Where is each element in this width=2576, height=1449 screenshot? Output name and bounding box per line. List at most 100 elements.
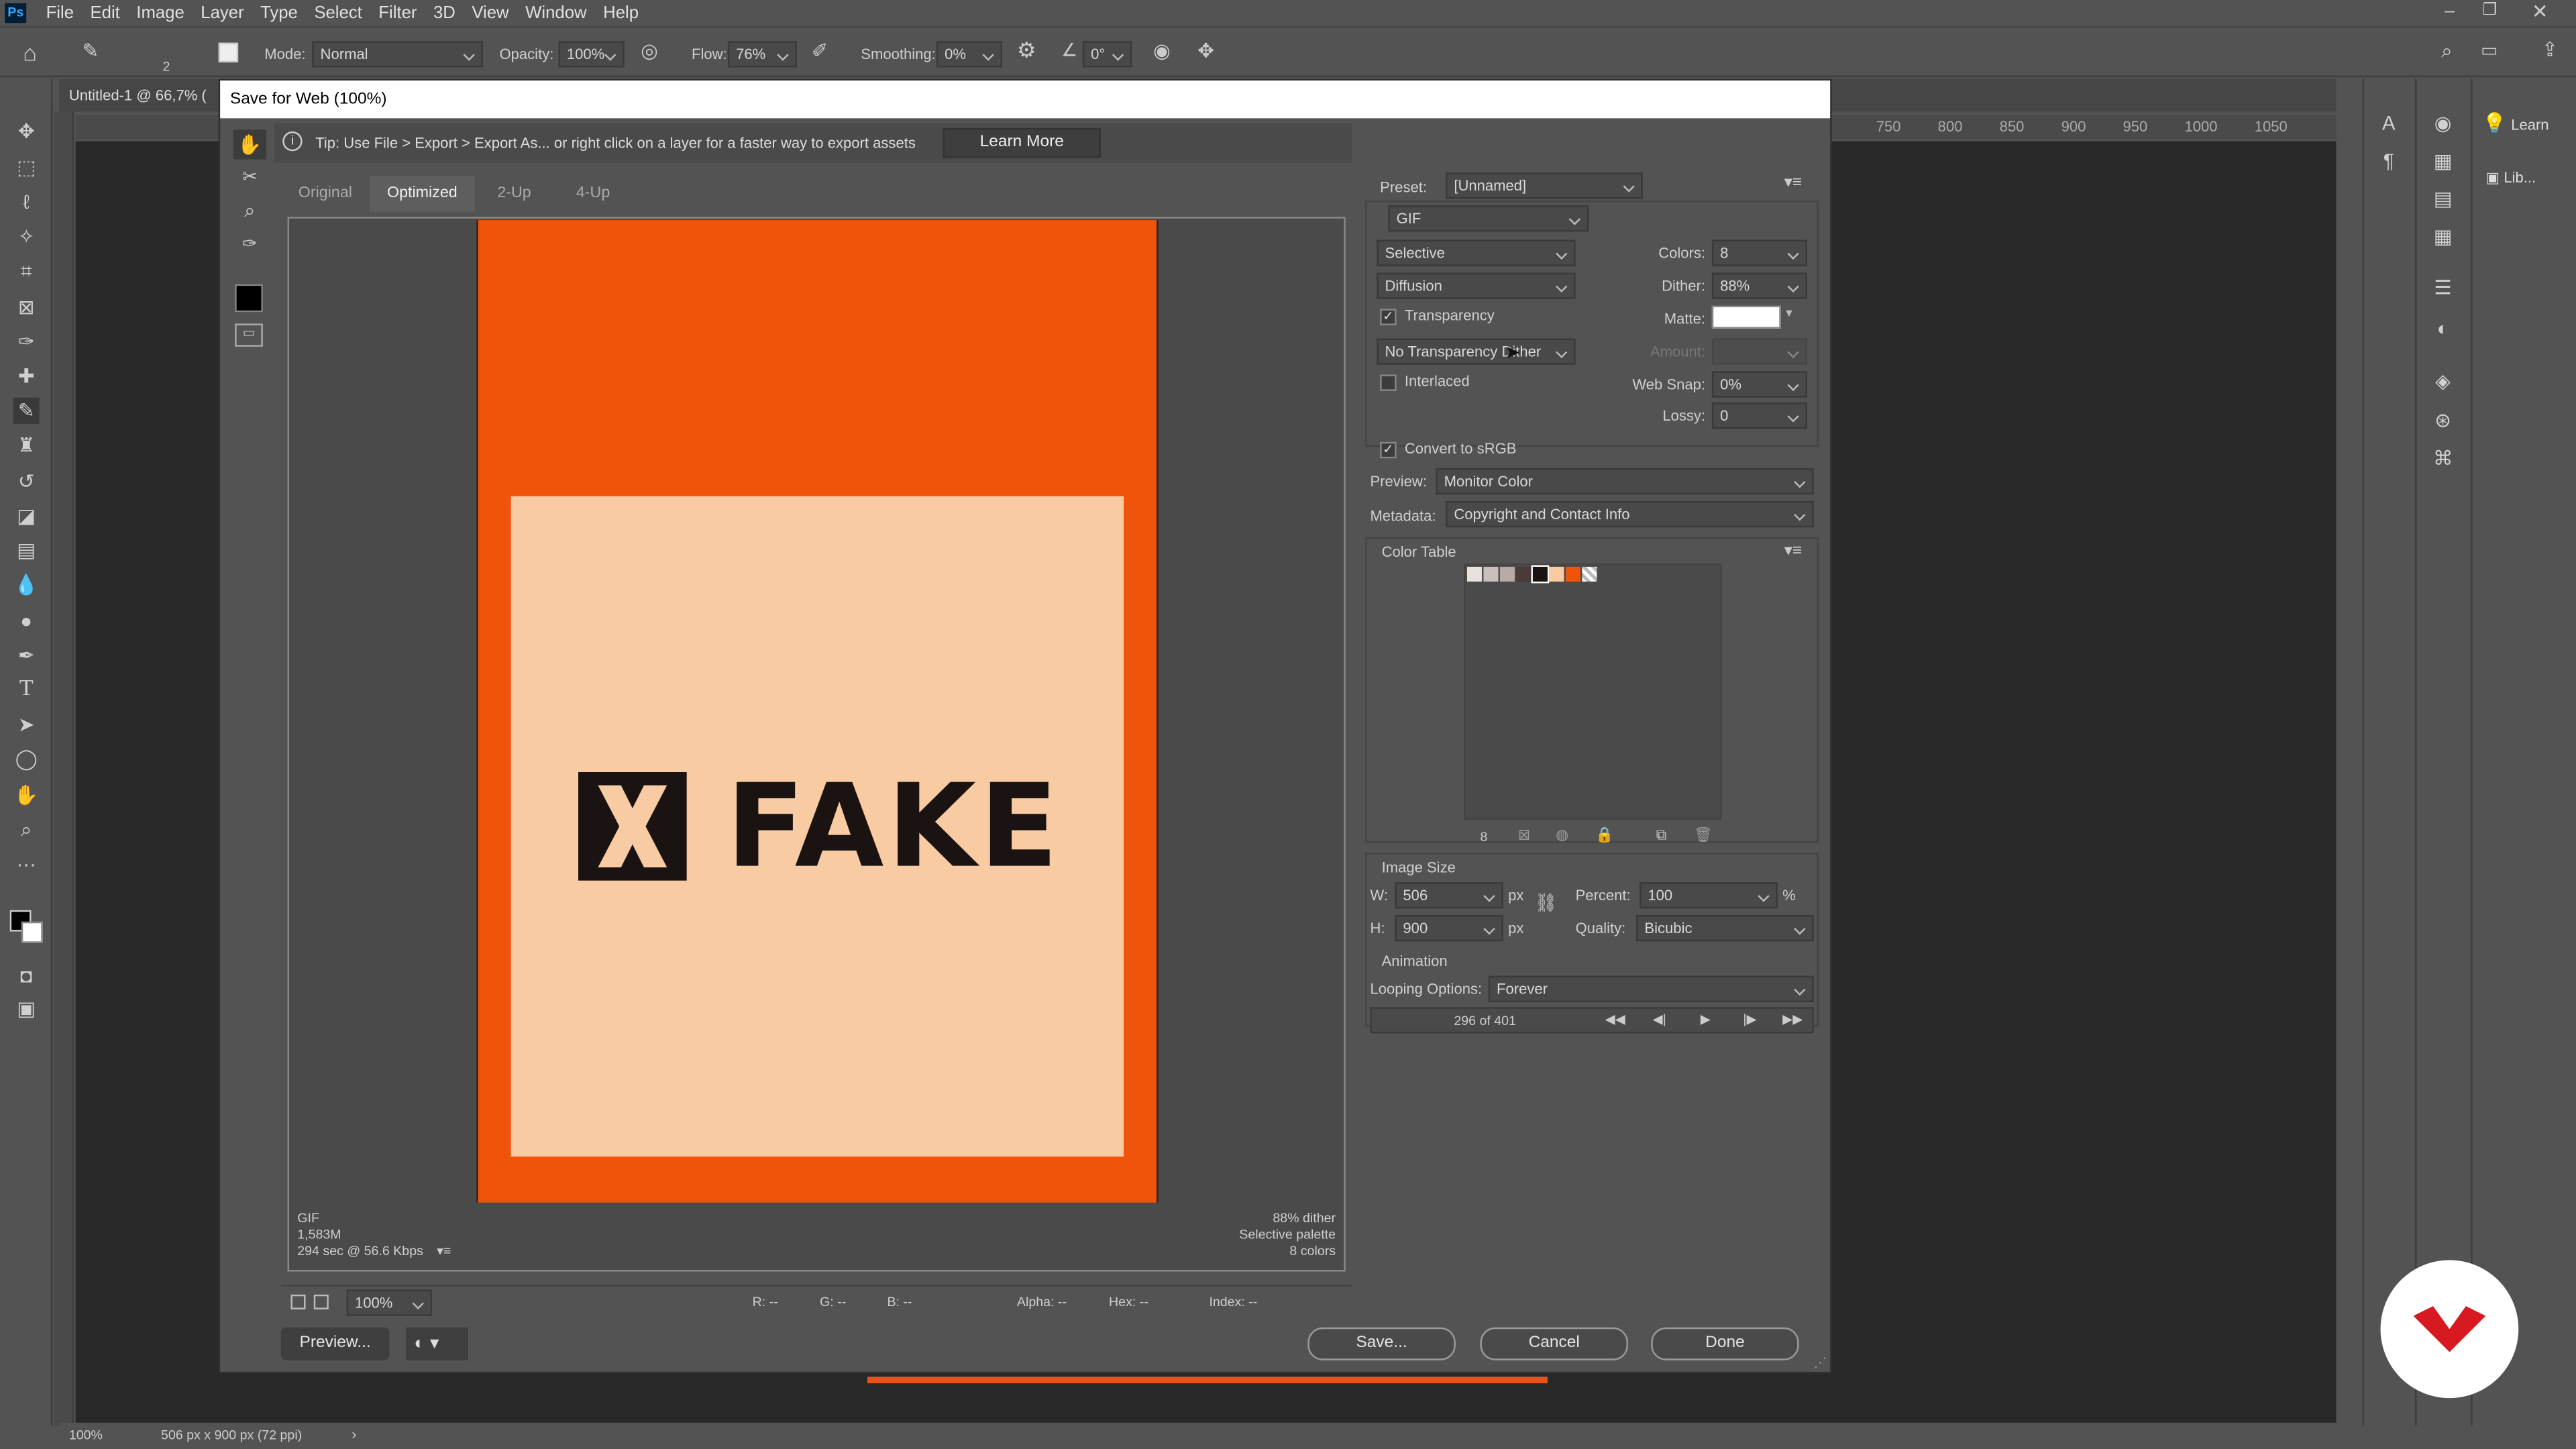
first-frame-icon[interactable]: ◀◀ — [1605, 1012, 1625, 1027]
brush-tool-icon[interactable]: ✎ — [13, 397, 40, 424]
eyedropper-tool-icon[interactable]: ✑ — [13, 329, 40, 355]
restore-icon[interactable]: ❐ — [2482, 1, 2497, 19]
menu-3d[interactable]: 3D — [433, 3, 455, 23]
single-view-icon[interactable] — [290, 1294, 306, 1309]
interlaced-checkbox[interactable] — [1380, 374, 1397, 391]
width-input[interactable]: 506 — [1395, 882, 1503, 909]
status-arrow-icon[interactable]: › — [352, 1426, 356, 1442]
paths-icon[interactable]: ⌘ — [2428, 447, 2458, 470]
close-icon[interactable]: ✕ — [2532, 0, 2548, 23]
3d-icon[interactable]: ◉ — [2428, 112, 2458, 135]
preview-browser-icon[interactable]: ◐ ▾ — [405, 1327, 468, 1360]
document-tab[interactable]: Untitled-1 @ 66,7% ( — [69, 87, 207, 103]
angle-input[interactable]: 0° — [1082, 41, 1132, 68]
metadata-select[interactable]: Copyright and Contact Info — [1446, 500, 1814, 528]
paragraph-icon[interactable]: ¶ — [2374, 150, 2404, 172]
adjustments-icon[interactable]: ◐ — [2428, 317, 2458, 340]
optimize-menu-icon[interactable]: ▾≡ — [1784, 174, 1803, 193]
convert-srgb-checkbox[interactable]: ✓ — [1380, 441, 1397, 459]
transparency-dither-select[interactable]: No Transparency Dither — [1377, 338, 1576, 365]
menu-layer[interactable]: Layer — [201, 3, 244, 23]
color-table-area[interactable] — [1464, 564, 1722, 820]
more-tools-icon[interactable]: ··· — [13, 851, 40, 877]
prev-frame-icon[interactable]: ◀| — [1653, 1012, 1666, 1027]
toggle-slices-icon[interactable]: ▭ — [235, 323, 263, 347]
split-view-icon[interactable] — [313, 1294, 329, 1309]
hand-tool-icon[interactable]: ✋ — [233, 129, 266, 160]
menu-help[interactable]: Help — [603, 3, 639, 23]
gradient-tool-icon[interactable]: ▤ — [13, 537, 40, 564]
properties-icon[interactable]: ☰ — [2428, 276, 2458, 299]
zoom-tool-icon[interactable]: ⌕ — [13, 816, 40, 843]
status-zoom[interactable]: 100% — [69, 1428, 103, 1442]
dither-algorithm-select[interactable]: Diffusion — [1377, 272, 1576, 299]
brush-panel-icon[interactable] — [218, 42, 239, 63]
slice-select-tool-icon[interactable]: ✂ — [233, 166, 266, 195]
quick-mask-icon[interactable]: ◘ — [13, 963, 40, 989]
brush-preset-icon[interactable]: ✎ — [82, 40, 99, 62]
tab-2-up[interactable]: 2-Up — [475, 176, 554, 212]
preview-pane[interactable]: FAKE GIF 1,583M 294 sec @ 56.6 Kbps ▾≡ 8… — [287, 217, 1346, 1272]
mode-select[interactable]: Normal — [312, 41, 484, 68]
shape-tool-icon[interactable]: ◯ — [13, 746, 40, 772]
menu-select[interactable]: Select — [314, 3, 362, 23]
menu-file[interactable]: File — [46, 3, 74, 23]
color-swatch-2[interactable] — [1483, 566, 1499, 582]
stamp-tool-icon[interactable]: ♜ — [13, 432, 40, 458]
delete-color-icon[interactable]: 🗑 — [1694, 826, 1713, 845]
layers-icon[interactable]: ◈ — [2428, 370, 2458, 392]
color-swatch-6[interactable] — [1549, 566, 1564, 582]
crop-tool-icon[interactable]: ⌗ — [13, 258, 40, 284]
pen-tool-icon[interactable]: ✒ — [13, 643, 40, 669]
colors-input[interactable]: 8 — [1711, 239, 1807, 266]
dither-input[interactable]: 88% — [1711, 272, 1807, 299]
color-swatch-8[interactable] — [1582, 566, 1597, 582]
websnap-input[interactable]: 0% — [1711, 371, 1807, 398]
format-select[interactable]: GIF — [1388, 205, 1589, 232]
search-icon[interactable]: ⌕ — [2441, 40, 2452, 64]
quick-select-tool-icon[interactable]: ✧ — [13, 223, 40, 250]
last-frame-icon[interactable]: ▶▶ — [1782, 1012, 1803, 1027]
minimize-icon[interactable]: – — [2445, 1, 2455, 21]
matte-dropdown-icon[interactable]: ▾ — [1786, 306, 1792, 321]
tab-4-up[interactable]: 4-Up — [553, 176, 633, 212]
quality-select[interactable]: Bicubic — [1636, 915, 1814, 942]
color-swatch-5[interactable] — [1531, 565, 1550, 584]
play-icon[interactable]: ▶ — [1701, 1012, 1711, 1027]
screen-mode-icon[interactable]: ▣ — [13, 996, 40, 1022]
menu-type[interactable]: Type — [260, 3, 298, 23]
menu-edit[interactable]: Edit — [91, 3, 120, 23]
marquee-tool-icon[interactable]: ⬚ — [13, 154, 40, 180]
color-swatch-7[interactable] — [1565, 566, 1580, 582]
color-table-menu-icon[interactable]: ▾≡ — [1784, 542, 1803, 560]
background-color-swatch[interactable] — [21, 921, 43, 943]
preset-select[interactable]: [Unnamed] — [1446, 172, 1643, 199]
hand-tool-icon[interactable]: ✋ — [13, 782, 40, 808]
preview-color-select[interactable]: Monitor Color — [1436, 468, 1814, 495]
menu-image[interactable]: Image — [136, 3, 184, 23]
blur-tool-icon[interactable]: 💧 — [13, 572, 40, 598]
character-icon[interactable]: A — [2374, 112, 2404, 135]
color-reduction-select[interactable]: Selective — [1377, 239, 1576, 266]
path-select-tool-icon[interactable]: ➤ — [13, 711, 40, 737]
home-icon[interactable]: ⌂ — [23, 40, 37, 66]
eraser-tool-icon[interactable]: ◪ — [13, 502, 40, 529]
lasso-tool-icon[interactable]: ℓ — [13, 189, 40, 215]
libraries-tab[interactable]: ▣ Lib... — [2485, 169, 2536, 187]
map-transparent-icon[interactable]: ⊠ — [1518, 826, 1530, 845]
history-brush-tool-icon[interactable]: ↺ — [13, 468, 40, 494]
menu-window[interactable]: Window — [525, 3, 586, 23]
height-input[interactable]: 900 — [1395, 915, 1503, 942]
table-icon[interactable]: ▦ — [2428, 150, 2458, 172]
color-swatch-3[interactable] — [1499, 566, 1515, 582]
grid-icon[interactable]: ▦ — [2428, 225, 2458, 248]
gear-icon[interactable]: ⚙ — [1017, 38, 1036, 64]
percent-input[interactable]: 100 — [1640, 882, 1778, 909]
tab-optimized[interactable]: Optimized — [370, 176, 475, 212]
healing-tool-icon[interactable]: ✚ — [13, 363, 40, 389]
looping-select[interactable]: Forever — [1488, 975, 1814, 1002]
dodge-tool-icon[interactable]: ● — [13, 608, 40, 634]
transparency-checkbox[interactable]: ✓ — [1380, 309, 1397, 325]
tab-original[interactable]: Original — [281, 176, 370, 212]
symmetry-icon[interactable]: ✥ — [1197, 40, 1214, 62]
